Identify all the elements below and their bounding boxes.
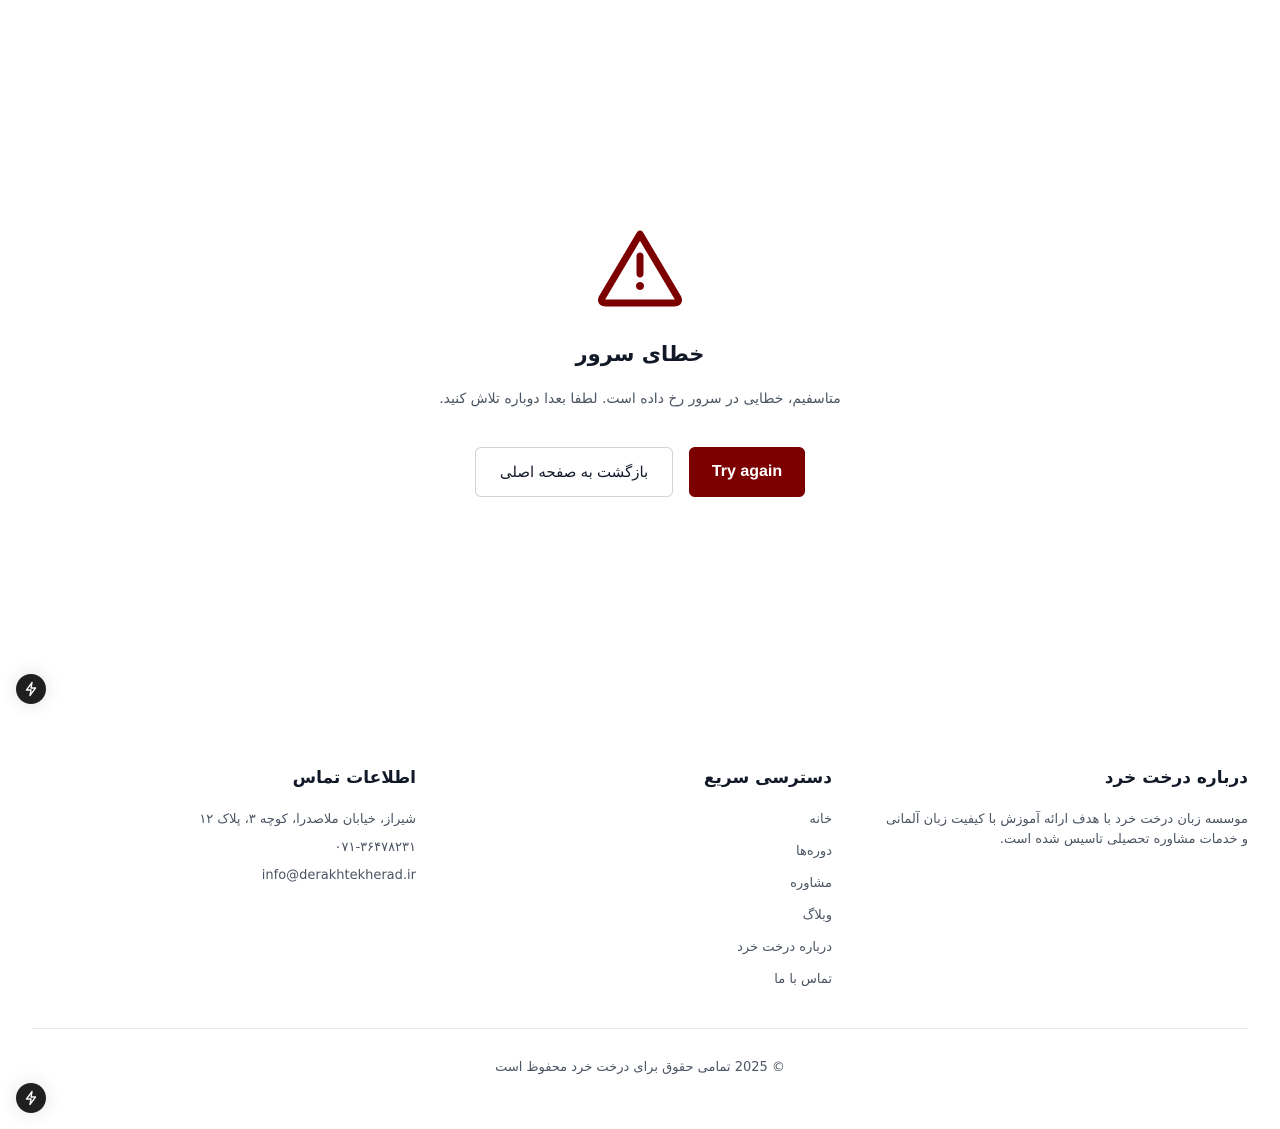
contact-phone: ۰۷۱-۳۶۴۷۸۲۳۱ (334, 840, 417, 855)
footer-about-title: درباره درخت خرد (1104, 768, 1248, 788)
quick-link-courses[interactable]: دوره‌ها (532, 842, 832, 874)
lightning-bolt-icon (25, 1090, 37, 1106)
footer-contact: اطلاعات تماس شیراز، خیابان ملاصدرا، کوچه… (116, 768, 416, 894)
quick-link-blog[interactable]: وبلاگ (532, 906, 832, 938)
dev-tools-badge-bottom[interactable] (16, 1083, 46, 1113)
try-again-button[interactable]: Try again (689, 447, 805, 497)
error-message: متاسفیم، خطایی در سرور رخ داده است. لطفا… (439, 391, 841, 407)
error-section: خطای سرور متاسفیم، خطایی در سرور رخ داده… (0, 0, 1280, 720)
dev-tools-badge[interactable] (16, 674, 46, 704)
footer-quick-links-title: دسترسی سریع (703, 768, 832, 788)
quick-links-list: خانه دوره‌ها مشاوره وبلاگ درباره درخت خر… (532, 810, 832, 1002)
lightning-bolt-icon (25, 681, 37, 697)
copyright-text: © 2025 تمامی حقوق برای درخت خرد محفوظ اس… (495, 1060, 785, 1075)
warning-triangle-icon (598, 230, 682, 307)
footer-about-text: موسسه زبان درخت خرد با هدف ارائه آموزش ب… (886, 812, 1248, 847)
quick-link-about[interactable]: درباره درخت خرد (532, 938, 832, 970)
footer-contact-title: اطلاعات تماس (292, 768, 416, 788)
contact-email[interactable]: info@derakhtekherad.ir (116, 866, 416, 894)
error-title: خطای سرور (575, 342, 705, 366)
back-to-home-button[interactable]: بازگشت به صفحه اصلی (475, 447, 673, 497)
footer-quick-links: دسترسی سریع خانه دوره‌ها مشاوره وبلاگ در… (532, 768, 832, 1002)
quick-link-consulting[interactable]: مشاوره (532, 874, 832, 906)
quick-link-home[interactable]: خانه (532, 810, 832, 842)
contact-address: شیراز، خیابان ملاصدرا، کوچه ۳، پلاک ۱۲ (199, 812, 416, 827)
quick-link-contact[interactable]: تماس با ما (532, 970, 832, 1002)
footer-divider (32, 1028, 1248, 1029)
footer-about: درباره درخت خرد موسسه زبان درخت خرد با ه… (878, 768, 1248, 850)
